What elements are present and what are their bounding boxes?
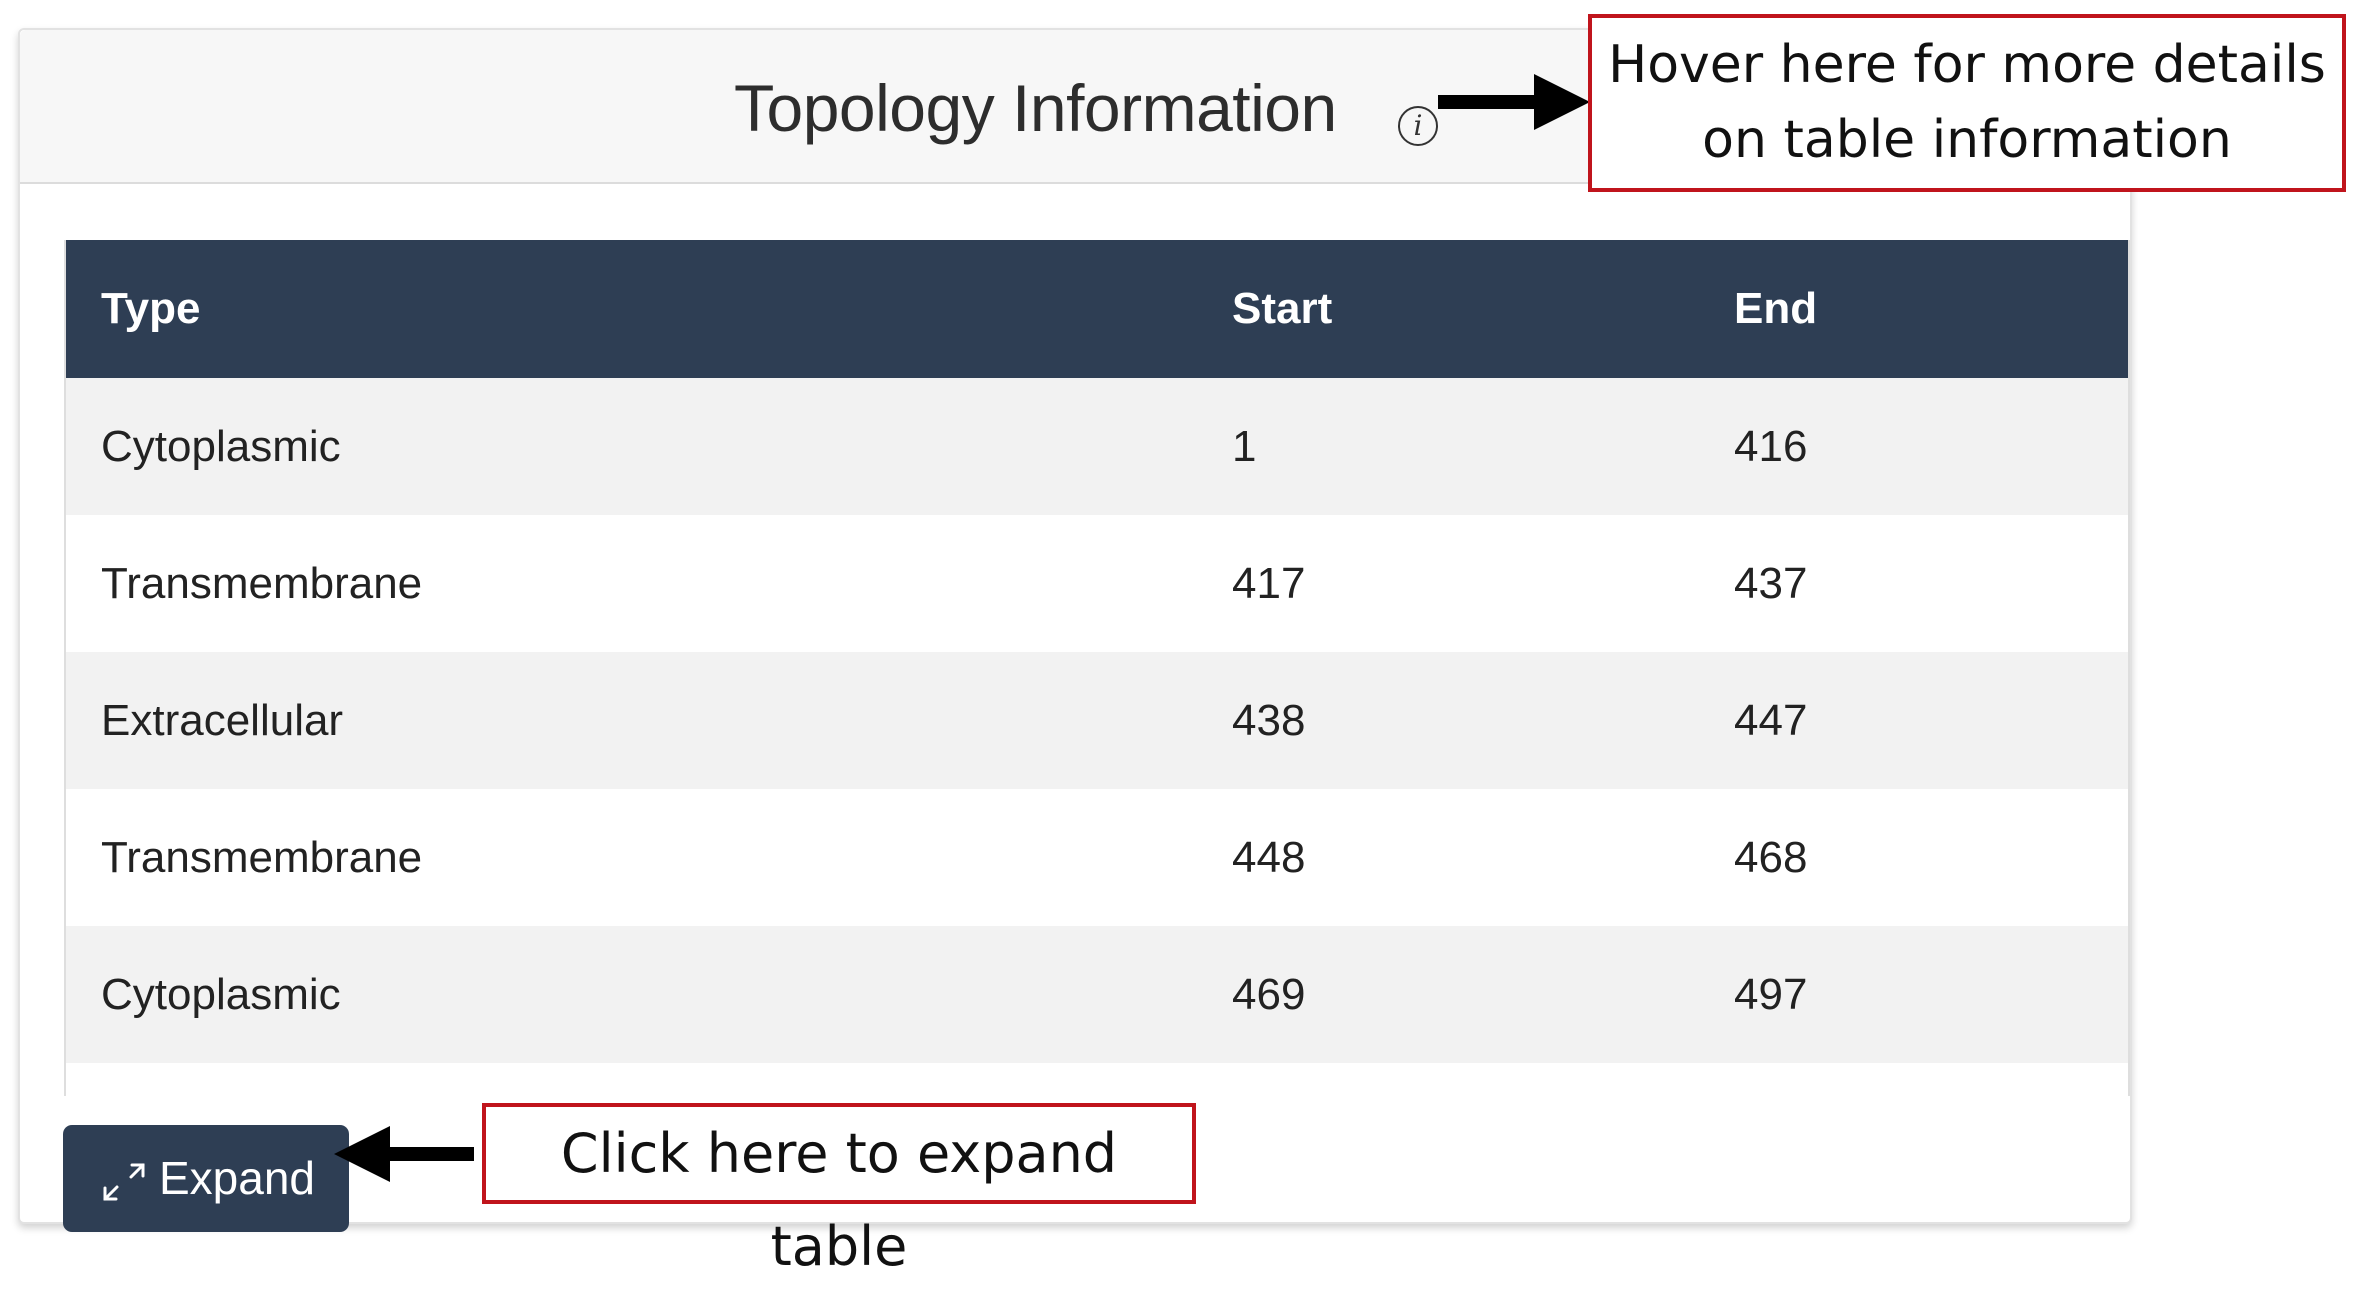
topology-panel: Topology Information i Type Start End Cy… — [18, 28, 2132, 1232]
cell-type: Cytoplasmic — [66, 378, 1197, 515]
cell-type: Transmembrane — [66, 515, 1197, 652]
expand-button[interactable]: Expand — [63, 1125, 349, 1232]
table-header-row: Type Start End — [66, 240, 2128, 378]
cell-type: Transmembrane — [66, 789, 1197, 926]
cell-end: 437 — [1699, 515, 2128, 652]
panel-title: Topology Information — [734, 71, 1337, 145]
table-row: Cytoplasmic 469 497 — [66, 926, 2128, 1063]
hover-callout-text: Hover here for more details on table inf… — [1608, 35, 2326, 170]
topology-table: Type Start End Cytoplasmic 1 416 Transme… — [66, 240, 2128, 1063]
cell-type: Cytoplasmic — [66, 926, 1197, 1063]
cell-end: 447 — [1699, 652, 2128, 789]
cell-start: 417 — [1197, 515, 1699, 652]
expand-arrows-icon — [103, 1163, 145, 1201]
cell-end: 416 — [1699, 378, 2128, 515]
info-icon[interactable]: i — [1398, 106, 1438, 146]
cell-start: 1 — [1197, 378, 1699, 515]
table-row: Transmembrane 417 437 — [66, 515, 2128, 652]
table-row: Extracellular 438 447 — [66, 652, 2128, 789]
column-header-type[interactable]: Type — [66, 240, 1197, 378]
click-callout: Click here to expand table — [482, 1103, 1196, 1278]
table-row: Transmembrane 448 468 — [66, 789, 2128, 926]
cell-start: 469 — [1197, 926, 1699, 1063]
cell-type: Extracellular — [66, 652, 1197, 789]
cell-end: 497 — [1699, 926, 2128, 1063]
click-callout-text: Click here to expand table — [560, 1122, 1118, 1278]
column-header-start[interactable]: Start — [1197, 240, 1699, 378]
cell-end: 468 — [1699, 789, 2128, 926]
hover-callout: Hover here for more details on table inf… — [1588, 14, 2346, 192]
expand-button-label: Expand — [159, 1152, 316, 1204]
topology-table-container[interactable]: Type Start End Cytoplasmic 1 416 Transme… — [64, 240, 2130, 1096]
column-header-end[interactable]: End — [1699, 240, 2128, 378]
table-row: Cytoplasmic 1 416 — [66, 378, 2128, 515]
arrow-right-icon — [1438, 74, 1590, 130]
arrow-left-icon — [334, 1126, 474, 1182]
cell-start: 448 — [1197, 789, 1699, 926]
cell-start: 438 — [1197, 652, 1699, 789]
